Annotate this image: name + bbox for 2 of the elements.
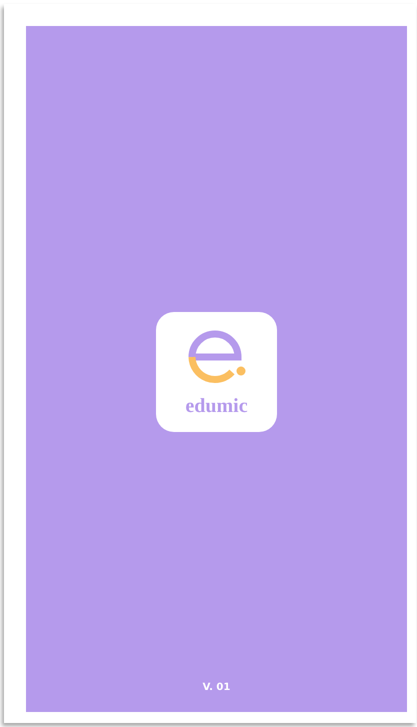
logo-text: edumic <box>185 395 248 417</box>
version-label: V. 01 <box>202 682 230 693</box>
